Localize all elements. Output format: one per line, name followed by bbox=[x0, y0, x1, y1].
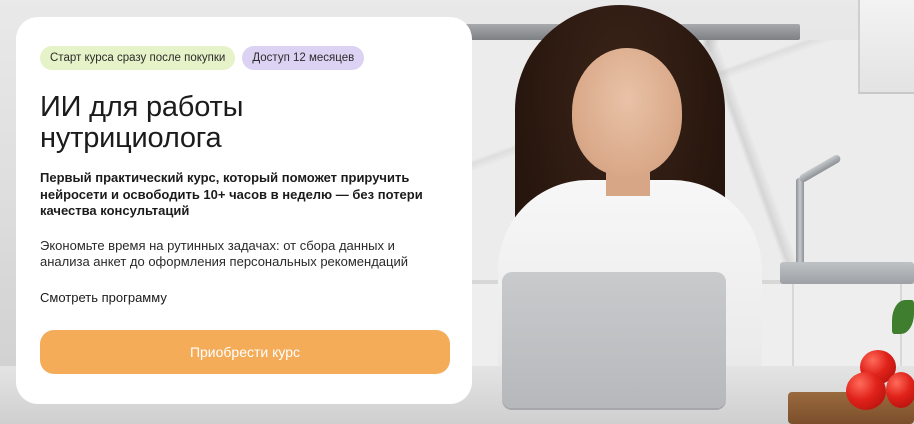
course-title: ИИ для работы нутрициолога bbox=[40, 91, 244, 154]
start-badge: Старт курса сразу после покупки bbox=[40, 46, 236, 70]
tomato bbox=[886, 372, 914, 408]
badge-row: Старт курса сразу после покупки Доступ 1… bbox=[40, 46, 450, 70]
view-program-link[interactable]: Смотреть программу bbox=[40, 290, 167, 305]
tomato bbox=[846, 372, 886, 410]
course-lead: Первый практический курс, который поможе… bbox=[40, 170, 423, 218]
course-card: Старт курса сразу после покупки Доступ 1… bbox=[16, 17, 472, 404]
woman-face bbox=[572, 48, 682, 176]
laptop bbox=[502, 272, 726, 408]
buy-course-button[interactable]: Приобрести курс bbox=[40, 330, 450, 374]
access-badge: Доступ 12 месяцев bbox=[242, 46, 365, 70]
faucet bbox=[796, 178, 804, 266]
sink bbox=[780, 262, 914, 284]
upper-cabinet bbox=[858, 0, 914, 94]
course-description: Экономьте время на рутинных задачах: от … bbox=[40, 237, 408, 269]
